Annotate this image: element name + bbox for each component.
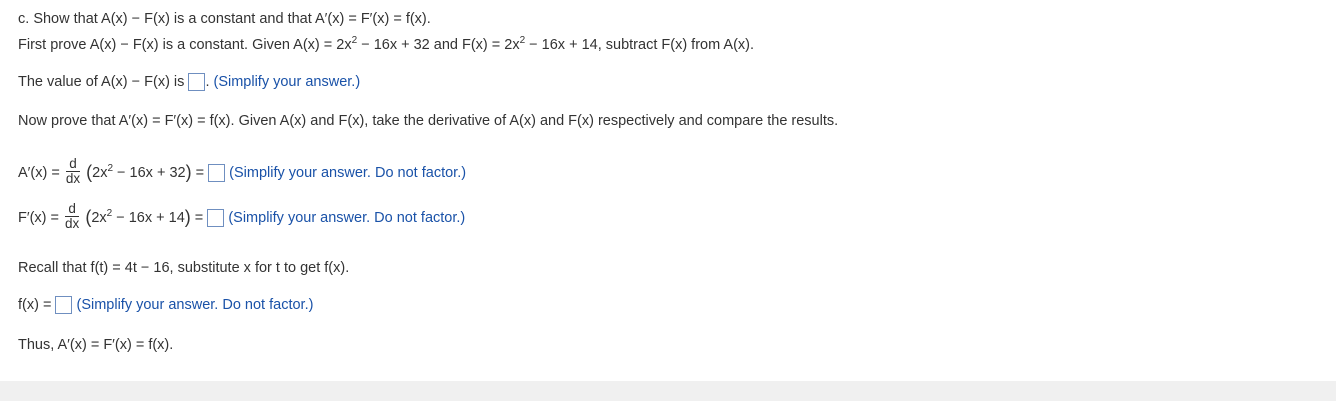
intro-text-3: − 16x + 14, subtract F(x) from A(x).	[525, 37, 755, 53]
part-c-title: c. Show that A(x) − F(x) is a constant a…	[18, 10, 431, 28]
expr-f-term: 2x	[91, 210, 107, 226]
intro-text-1: First prove A(x) − F(x) is a constant. G…	[18, 37, 352, 53]
intro-text-2: − 16x + 32 and F(x) = 2x	[357, 37, 520, 53]
simplify-hint: (Simplify your answer. Do not factor.)	[229, 165, 467, 181]
intro-line: First prove A(x) − F(x) is a constant. G…	[18, 35, 755, 54]
answer-input-a-derivative[interactable]	[208, 164, 226, 183]
d-dx-fraction: d dx	[65, 200, 80, 231]
question-f-of-x: f(x) = (Simplify your answer. Do not fac…	[18, 296, 314, 315]
a-prime-label: A′(x) =	[18, 165, 60, 181]
answer-input-difference[interactable]	[188, 73, 206, 92]
answer-input-f-derivative[interactable]	[207, 209, 225, 228]
simplify-hint: (Simplify your answer. Do not factor.)	[228, 210, 466, 226]
recall-text: Recall that f(t) = 4t − 16, substitute x…	[18, 260, 350, 276]
question-f-derivative: F′(x) = d dx (2x2 − 16x + 14) = (Simplify…	[18, 200, 466, 231]
exponent-a: 2	[351, 35, 358, 46]
conclusion-text: Thus, A′(x) = F′(x) = f(x).	[18, 337, 174, 353]
question-a-derivative: A′(x) = d dx (2x2 − 16x + 32) = (Simplify…	[18, 155, 467, 186]
part-label: c.	[18, 11, 30, 27]
f-prime-label: F′(x) =	[18, 210, 59, 226]
part-title-text: Show that A(x) − F(x) is a constant and …	[33, 11, 431, 27]
d-dx-fraction: d dx	[65, 155, 81, 186]
derivative-intro: Now prove that A′(x) = F′(x) = f(x). Giv…	[18, 113, 839, 129]
question-difference: The value of A(x) − F(x) is . (Simplify …	[18, 73, 361, 92]
expr-a-rest: − 16x + 32	[113, 165, 186, 181]
equals-sign: =	[195, 165, 205, 181]
period: .	[205, 74, 210, 90]
simplify-hint: (Simplify your answer.)	[213, 74, 361, 90]
question-difference-label: The value of A(x) − F(x) is	[18, 74, 185, 90]
f-of-x-label: f(x) =	[18, 297, 52, 313]
answer-input-f-of-x[interactable]	[55, 296, 73, 315]
expr-a-term: 2x	[92, 165, 108, 181]
expr-f-rest: − 16x + 14	[112, 210, 185, 226]
equals-sign: =	[194, 210, 204, 226]
exponent-f: 2	[519, 35, 526, 46]
simplify-hint: (Simplify your answer. Do not factor.)	[76, 297, 314, 313]
bottom-bar	[0, 381, 1336, 401]
